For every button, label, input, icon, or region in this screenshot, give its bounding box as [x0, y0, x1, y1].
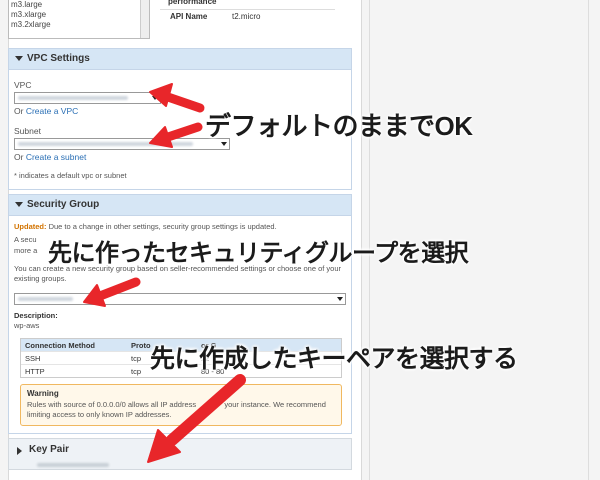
subnet-value-redacted: [18, 142, 193, 146]
method-cell: SSH: [25, 354, 41, 363]
warning-box: Warning Rules with source of 0.0.0.0/0 a…: [20, 384, 342, 426]
updated-label: Updated:: [14, 222, 47, 231]
description-value: wp-aws: [14, 321, 40, 330]
or-text: Or: [14, 152, 24, 162]
updated-notice: Updated: Due to a change in other settin…: [14, 222, 349, 232]
list-item[interactable]: m3.xlarge: [9, 10, 149, 20]
vpc-label: VPC: [14, 80, 32, 90]
create-vpc-row: Or Create a VPC: [14, 106, 78, 116]
sg-value-redacted: [18, 297, 73, 301]
warning-text: Rules with source of 0.0.0.0/0 allows al…: [27, 400, 337, 420]
chevron-down-icon: [337, 297, 343, 301]
warning-title: Warning: [27, 389, 59, 398]
collapse-icon: [15, 56, 23, 61]
security-group-header[interactable]: Security Group: [9, 195, 351, 216]
scrollbar[interactable]: [140, 0, 149, 38]
panel-title: Security Group: [27, 199, 100, 210]
api-name-row: API Name t2.micro: [160, 9, 335, 21]
api-name-value: t2.micro: [232, 12, 261, 21]
security-group-select[interactable]: [14, 293, 346, 305]
column-header: Connection Method: [25, 341, 95, 350]
annotation-keep-default: デフォルトのままでOK: [205, 111, 473, 141]
warning-text-part: your instance. We recommend: [224, 400, 326, 409]
subnet-label: Subnet: [14, 126, 41, 136]
instance-type-list[interactable]: m3.large m3.xlarge m3.2xlarge: [8, 0, 150, 39]
warning-text-part: limiting access to only known IP address…: [27, 410, 172, 419]
create-vpc-link[interactable]: Create a VPC: [26, 106, 78, 116]
create-subnet-link[interactable]: Create a subnet: [26, 152, 86, 162]
updated-text: Due to a change in other settings, secur…: [48, 222, 277, 231]
list-item[interactable]: m3.2xlarge: [9, 20, 149, 30]
key-pair-panel[interactable]: Key Pair: [8, 438, 352, 470]
page-edge-divider: [588, 0, 589, 480]
list-item[interactable]: m3.large: [9, 0, 149, 10]
description-label: Description:: [14, 311, 58, 320]
vpc-value-redacted: [18, 96, 128, 100]
subnet-select[interactable]: [14, 138, 230, 150]
collapse-icon: [15, 202, 23, 207]
panel-title: Key Pair: [29, 444, 70, 455]
api-name-label: API Name: [170, 12, 208, 21]
expand-icon: [17, 447, 22, 455]
vpc-select[interactable]: [14, 92, 161, 104]
vpc-settings-header[interactable]: VPC Settings: [9, 49, 351, 70]
method-cell: HTTP: [25, 367, 45, 376]
panel-title: VPC Settings: [27, 53, 90, 64]
sg-text-line: more a: [14, 246, 38, 255]
chevron-down-icon: [152, 96, 158, 100]
warning-text-part: Rules with source of 0.0.0.0/0 allows al…: [27, 400, 197, 409]
or-text: Or: [14, 106, 24, 116]
annotation-select-key-pair: 先に作成したキーペアを選択する: [150, 345, 518, 373]
column-header: Proto: [131, 341, 151, 350]
create-subnet-row: Or Create a subnet: [14, 152, 86, 162]
default-vpc-note: * indicates a default vpc or subnet: [14, 171, 127, 180]
protocol-cell: tcp: [131, 354, 142, 363]
protocol-cell: tcp: [131, 367, 142, 376]
key-pair-value-redacted: [37, 463, 109, 467]
sg-text-line: A secu: [14, 235, 37, 244]
annotation-select-security-group: 先に作ったセキュリティグループを選択: [48, 240, 469, 267]
performance-label: performance: [168, 0, 217, 6]
